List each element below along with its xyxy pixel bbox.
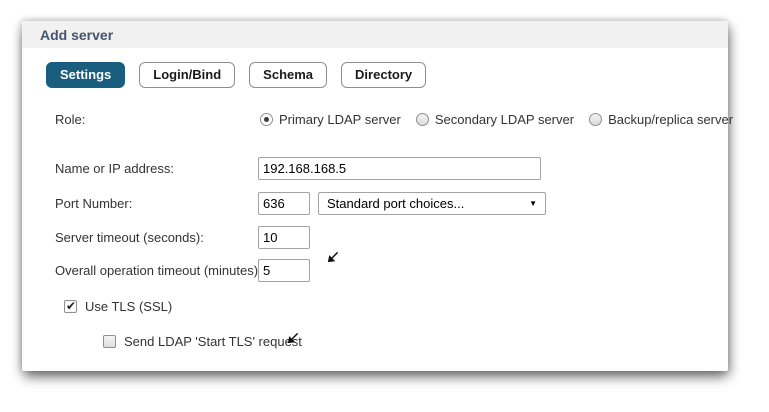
- standard-port-select-value: Standard port choices...: [327, 196, 464, 211]
- operation-timeout-label: Overall operation timeout (minutes):: [55, 263, 262, 278]
- tab-settings[interactable]: Settings: [46, 62, 125, 88]
- start-tls-label: Send LDAP 'Start TLS' request: [124, 334, 302, 349]
- use-tls-checkbox[interactable]: [64, 300, 77, 313]
- radio-option-secondary: Secondary LDAP server: [416, 112, 574, 127]
- role-radio-group: Primary LDAP server Secondary LDAP serve…: [260, 112, 733, 127]
- name-ip-input[interactable]: [258, 157, 541, 180]
- dialog-header: Add server: [22, 21, 728, 48]
- name-ip-label: Name or IP address:: [55, 161, 174, 176]
- chevron-down-icon: ▼: [529, 200, 537, 208]
- radio-option-backup: Backup/replica server: [589, 112, 733, 127]
- start-tls-checkbox[interactable]: [103, 335, 116, 348]
- operation-timeout-input[interactable]: [258, 259, 310, 282]
- backup-replica-radio[interactable]: [589, 113, 602, 126]
- primary-ldap-radio[interactable]: [260, 113, 273, 126]
- add-server-dialog: Add server Settings Login/Bind Schema Di…: [22, 21, 728, 371]
- secondary-ldap-radio-label: Secondary LDAP server: [435, 112, 574, 127]
- tab-schema[interactable]: Schema: [249, 62, 327, 88]
- tab-login-bind[interactable]: Login/Bind: [139, 62, 235, 88]
- callout-arrow-icon: [286, 332, 299, 345]
- standard-port-select[interactable]: Standard port choices... ▼: [318, 192, 546, 215]
- dialog-title: Add server: [40, 27, 113, 43]
- primary-ldap-radio-label: Primary LDAP server: [279, 112, 401, 127]
- server-timeout-input[interactable]: [258, 226, 310, 249]
- use-tls-label: Use TLS (SSL): [85, 299, 172, 314]
- callout-arrow-icon: [326, 251, 339, 264]
- server-timeout-label: Server timeout (seconds):: [55, 230, 204, 245]
- radio-option-primary: Primary LDAP server: [260, 112, 401, 127]
- secondary-ldap-radio[interactable]: [416, 113, 429, 126]
- role-label: Role:: [55, 112, 85, 127]
- port-input[interactable]: [258, 192, 310, 215]
- tab-bar: Settings Login/Bind Schema Directory: [46, 62, 426, 88]
- backup-replica-radio-label: Backup/replica server: [608, 112, 733, 127]
- port-label: Port Number:: [55, 196, 132, 211]
- tab-directory[interactable]: Directory: [341, 62, 426, 88]
